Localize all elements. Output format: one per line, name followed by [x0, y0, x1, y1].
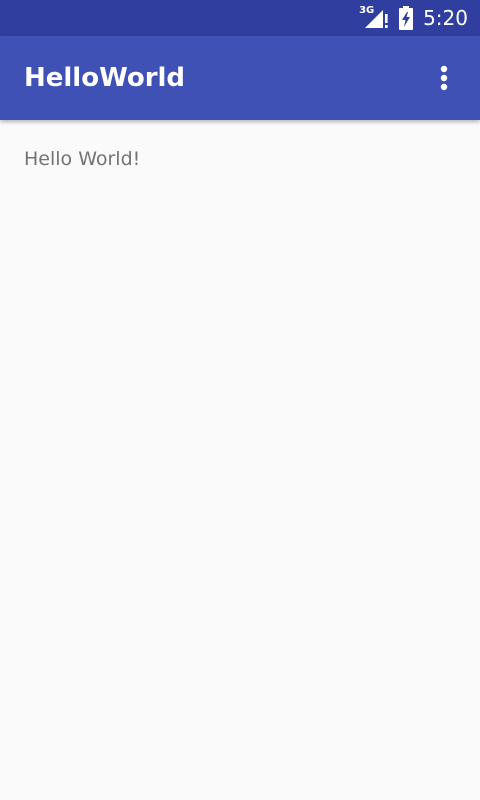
main-content: Hello World! [0, 120, 480, 800]
battery-charging-icon [399, 6, 414, 30]
status-clock: 5:20 [423, 6, 468, 30]
signal-icon [365, 10, 388, 28]
overflow-menu-button[interactable] [420, 54, 468, 102]
more-vert-icon [440, 65, 448, 91]
hello-text: Hello World! [24, 148, 141, 170]
app-title: HelloWorld [24, 63, 186, 93]
status-icons: 3G 5:20 [359, 0, 468, 36]
app-bar: HelloWorld [0, 36, 480, 120]
signal-indicator: 3G [359, 6, 389, 30]
status-bar: 3G 5:20 [0, 0, 480, 36]
